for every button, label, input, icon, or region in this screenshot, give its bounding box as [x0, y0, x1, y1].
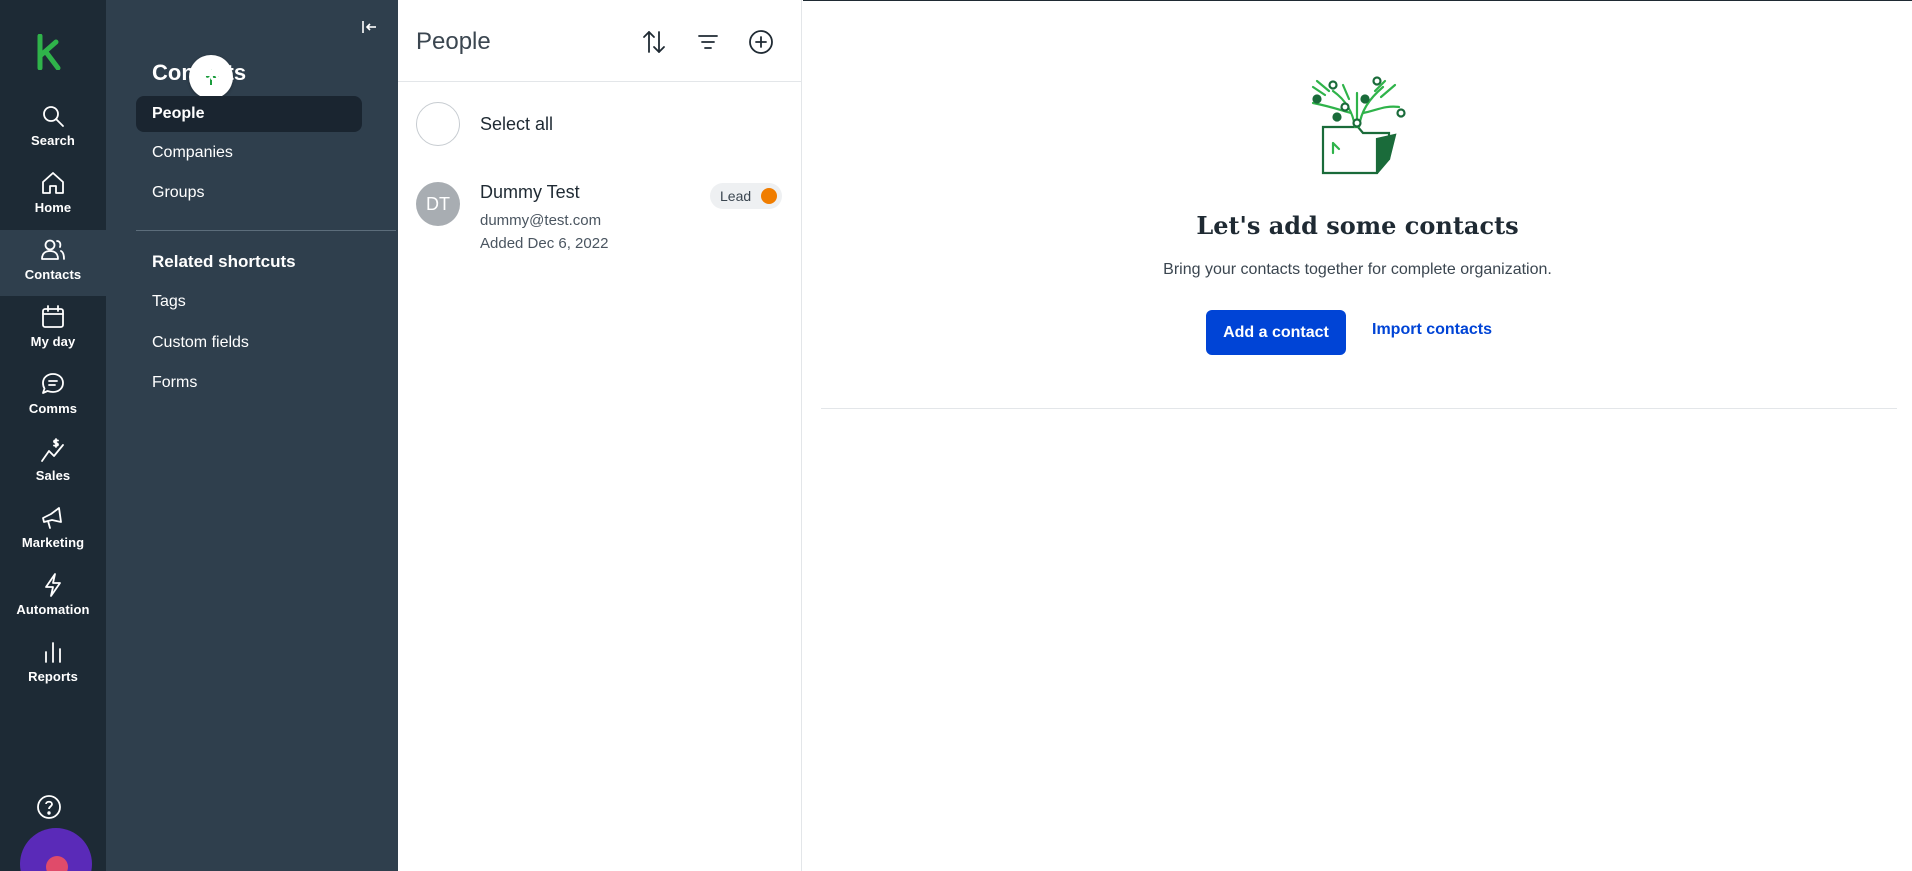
- megaphone-icon: [42, 507, 62, 529]
- list-item[interactable]: DT Dummy Test dummy@test.com Added Dec 6…: [398, 172, 802, 262]
- rail-item-comms[interactable]: Comms: [0, 364, 106, 430]
- lightning-icon: [45, 573, 61, 597]
- help-button[interactable]: [36, 794, 62, 820]
- app-rail: Search Home Contacts My day Comms Sales …: [0, 0, 106, 871]
- rail-item-label: Home: [34, 200, 72, 215]
- add-contact-button[interactable]: Add a contact: [1206, 310, 1346, 355]
- empty-state-title: Let's add some contacts: [1196, 211, 1519, 240]
- status-badge-label: Lead: [720, 188, 752, 204]
- help-icon: [37, 795, 61, 819]
- rail-item-label: Marketing: [21, 535, 85, 550]
- rail-item-home[interactable]: Home: [0, 163, 106, 229]
- rail-item-label: My day: [30, 334, 76, 349]
- contact-avatar: DT: [416, 182, 460, 226]
- search-icon: [43, 106, 64, 127]
- user-avatar[interactable]: [20, 828, 92, 871]
- rail-item-automation[interactable]: Automation: [0, 565, 106, 631]
- rail-item-reports[interactable]: Reports: [0, 632, 106, 698]
- filter-icon: [698, 35, 718, 49]
- avatar-dot: [46, 856, 68, 871]
- subnav-title: Contacts: [152, 60, 247, 85]
- add-person-button[interactable]: [747, 28, 775, 56]
- main-divider: [821, 408, 1897, 409]
- people-list-panel: People Select all DT Dummy Test dummy@te…: [398, 0, 802, 871]
- rail-item-label: Automation: [16, 602, 90, 617]
- rail-item-search[interactable]: Search: [0, 96, 106, 162]
- select-all-label: Select all: [480, 113, 554, 134]
- contact-name: Dummy Test: [480, 182, 580, 202]
- rail-item-marketing[interactable]: Marketing: [0, 498, 106, 564]
- calendar-icon: [42, 305, 64, 328]
- rail-item-label: Comms: [28, 401, 78, 416]
- collapse-left-icon: [362, 21, 376, 33]
- chat-icon: [42, 373, 64, 394]
- related-shortcuts-heading: Related shortcuts: [152, 252, 296, 271]
- home-icon: [42, 172, 64, 194]
- contact-added-date: Added Dec 6, 2022: [480, 235, 609, 252]
- subnav-divider: [136, 230, 396, 231]
- rail-item-sales[interactable]: Sales: [0, 431, 106, 497]
- filter-button[interactable]: [694, 28, 722, 56]
- contacts-subnav: Contacts People Companies Groups Related…: [106, 0, 398, 871]
- sort-icon: [643, 31, 665, 53]
- shortcut-tags[interactable]: Tags: [136, 284, 362, 320]
- rail-item-contacts[interactable]: Contacts: [0, 230, 106, 296]
- main-empty-state: Let's add some contacts Bring your conta…: [803, 0, 1912, 871]
- select-all-row[interactable]: Select all: [416, 102, 553, 146]
- contacts-icon: [41, 239, 65, 260]
- subnav-item-groups[interactable]: Groups: [136, 175, 362, 211]
- rail-item-label: Sales: [35, 468, 71, 483]
- shortcut-forms[interactable]: Forms: [136, 365, 362, 401]
- list-header: People: [398, 0, 802, 82]
- sales-icon: [41, 438, 64, 462]
- import-contacts-link[interactable]: Import contacts: [1372, 321, 1492, 339]
- rail-item-label: Search: [31, 133, 75, 148]
- list-title: People: [416, 28, 491, 55]
- subnav-item-companies[interactable]: Companies: [136, 135, 362, 171]
- select-all-checkbox[interactable]: [416, 102, 460, 146]
- rail-item-my-day[interactable]: My day: [0, 297, 106, 363]
- status-dot: [761, 188, 777, 204]
- plant-folder-illustration: [1303, 73, 1409, 177]
- add-circle-icon: [749, 30, 773, 54]
- keap-logo[interactable]: [36, 33, 62, 71]
- shortcut-custom-fields[interactable]: Custom fields: [136, 325, 362, 361]
- sort-button[interactable]: [640, 28, 668, 56]
- collapse-sidebar-button[interactable]: [360, 18, 380, 38]
- rail-item-label: Reports: [28, 669, 78, 684]
- subnav-item-people[interactable]: People: [136, 96, 362, 132]
- contact-email: dummy@test.com: [480, 212, 602, 229]
- bar-chart-icon: [45, 642, 61, 663]
- rail-item-label: Contacts: [24, 267, 82, 282]
- empty-state-subtitle: Bring your contacts together for complet…: [1163, 261, 1552, 278]
- status-badge: Lead: [710, 183, 782, 209]
